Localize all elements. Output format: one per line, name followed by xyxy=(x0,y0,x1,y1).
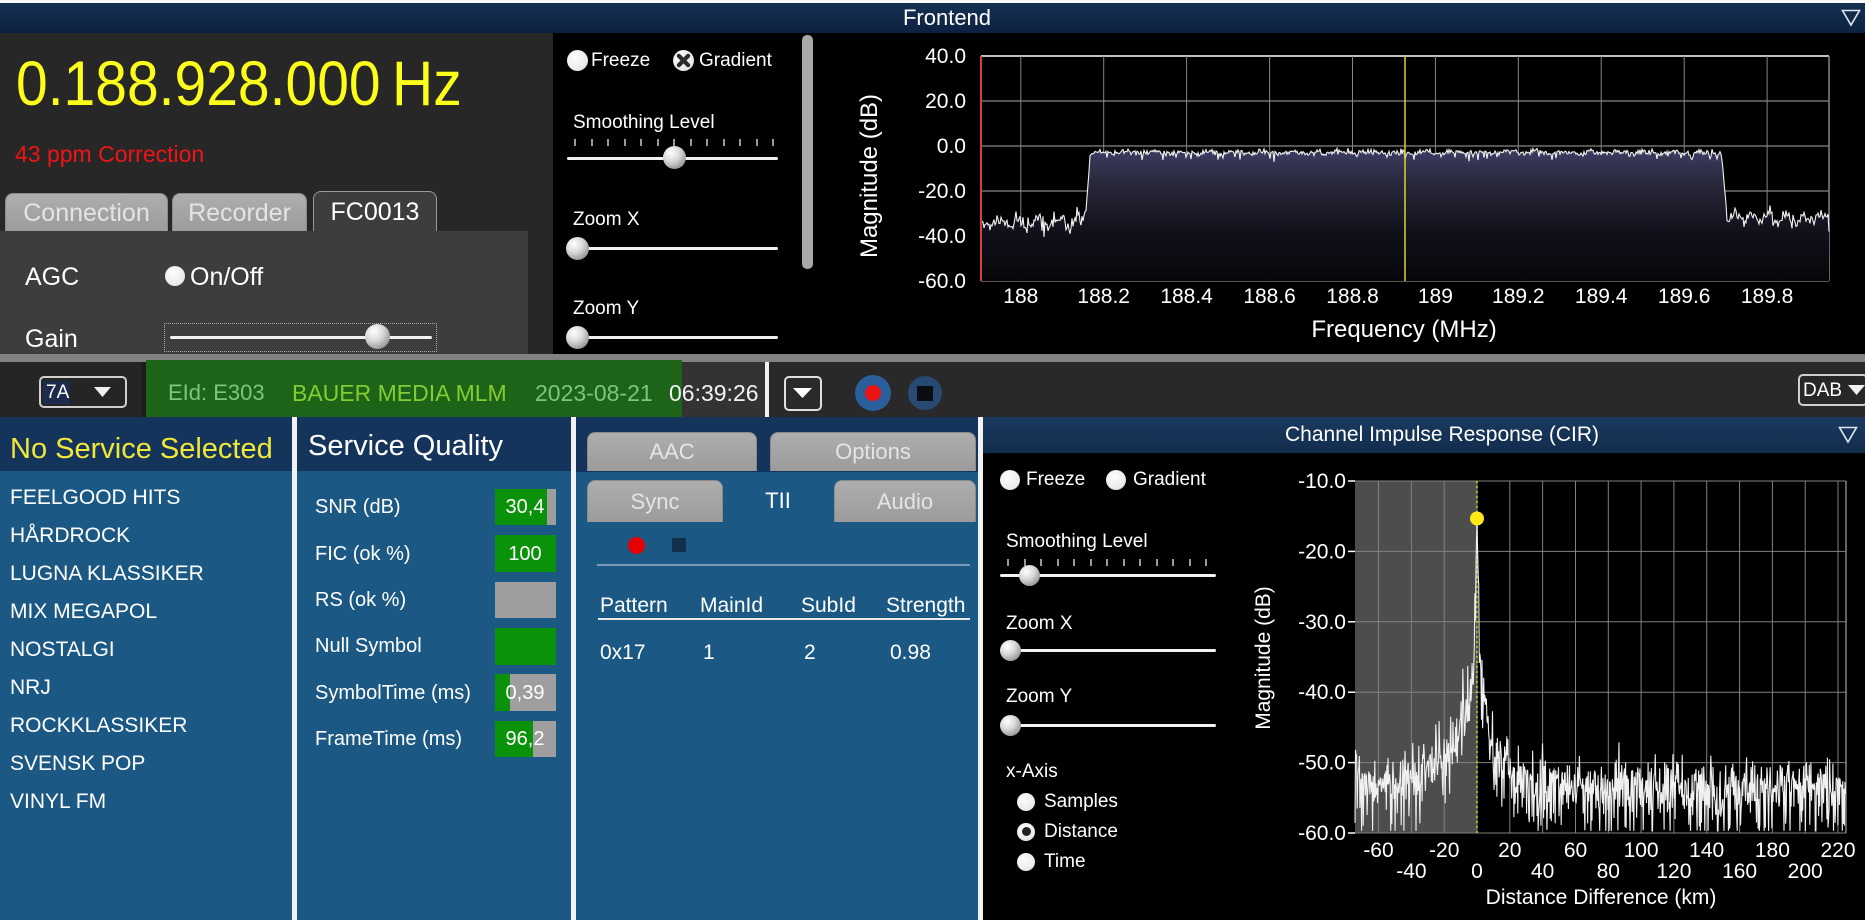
svg-text:20.0: 20.0 xyxy=(925,90,966,113)
svg-text:188.2: 188.2 xyxy=(1077,285,1130,308)
svg-text:0.0: 0.0 xyxy=(937,135,966,158)
svg-text:-50.0: -50.0 xyxy=(1298,752,1346,775)
svg-text:-20: -20 xyxy=(1429,839,1459,862)
svg-text:180: 180 xyxy=(1755,839,1790,862)
svg-text:Magnitude (dB): Magnitude (dB) xyxy=(856,94,883,258)
svg-text:-60.0: -60.0 xyxy=(918,270,966,293)
svg-text:160: 160 xyxy=(1722,860,1757,883)
svg-text:140: 140 xyxy=(1689,839,1724,862)
svg-text:189.8: 189.8 xyxy=(1741,285,1794,308)
svg-text:-60.0: -60.0 xyxy=(1298,822,1346,845)
svg-text:60: 60 xyxy=(1564,839,1587,862)
svg-text:Distance Difference (km): Distance Difference (km) xyxy=(1486,886,1717,909)
svg-text:-60: -60 xyxy=(1363,839,1393,862)
svg-text:189.2: 189.2 xyxy=(1492,285,1545,308)
svg-text:-40: -40 xyxy=(1396,860,1426,883)
svg-text:189.6: 189.6 xyxy=(1658,285,1711,308)
svg-text:-40.0: -40.0 xyxy=(1298,681,1346,704)
svg-text:-30.0: -30.0 xyxy=(1298,611,1346,634)
svg-text:189: 189 xyxy=(1418,285,1453,308)
svg-text:220: 220 xyxy=(1820,839,1855,862)
svg-text:40: 40 xyxy=(1531,860,1554,883)
svg-text:80: 80 xyxy=(1597,860,1620,883)
svg-text:40.0: 40.0 xyxy=(925,45,966,68)
svg-text:20: 20 xyxy=(1498,839,1521,862)
svg-text:0: 0 xyxy=(1471,860,1483,883)
svg-text:188.4: 188.4 xyxy=(1160,285,1213,308)
svg-text:189.4: 189.4 xyxy=(1575,285,1628,308)
svg-text:-20.0: -20.0 xyxy=(1298,540,1346,563)
svg-text:188: 188 xyxy=(1003,285,1038,308)
svg-text:200: 200 xyxy=(1788,860,1823,883)
svg-text:Magnitude (dB): Magnitude (dB) xyxy=(1252,586,1275,730)
svg-text:-10.0: -10.0 xyxy=(1298,470,1346,493)
svg-text:188.8: 188.8 xyxy=(1326,285,1379,308)
svg-text:100: 100 xyxy=(1624,839,1659,862)
svg-text:120: 120 xyxy=(1656,860,1691,883)
svg-text:-20.0: -20.0 xyxy=(918,180,966,203)
svg-text:-40.0: -40.0 xyxy=(918,225,966,248)
svg-text:Frequency (MHz): Frequency (MHz) xyxy=(1311,316,1496,343)
svg-text:188.6: 188.6 xyxy=(1243,285,1296,308)
